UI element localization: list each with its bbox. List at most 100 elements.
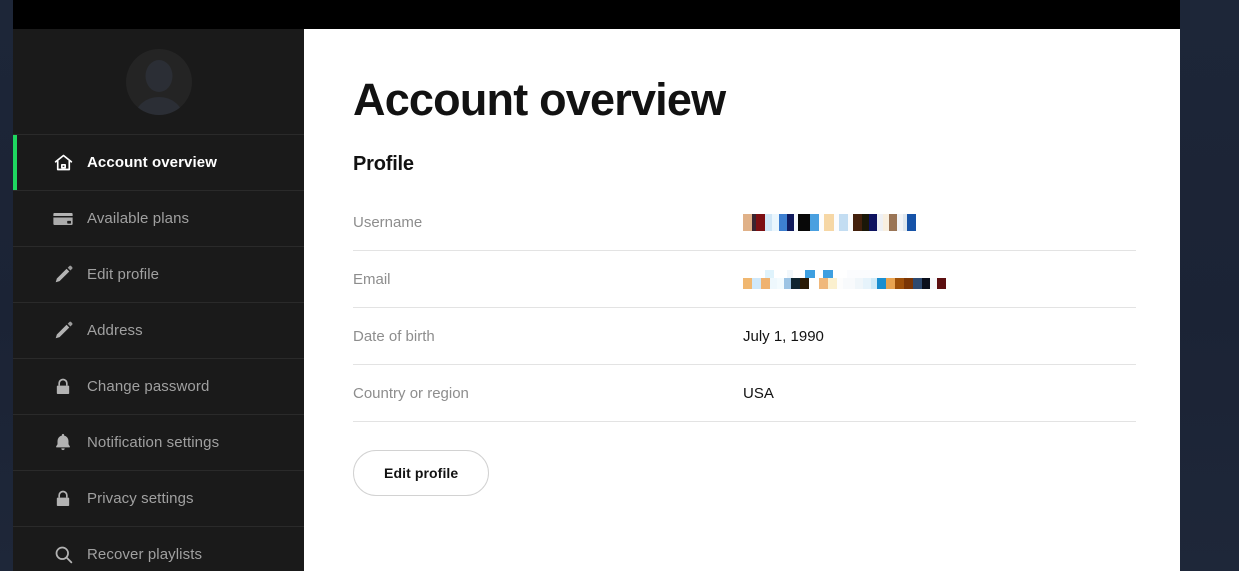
- row-label-country-or-region: Country or region: [353, 384, 469, 402]
- redaction-block: [752, 277, 761, 289]
- row-label-username: Username: [353, 213, 423, 231]
- profile-table: Username Email Date of birth July 1, 199…: [353, 194, 1136, 423]
- redaction-block: [815, 269, 823, 278]
- redaction-block: [756, 213, 765, 231]
- row-value-email: [743, 269, 946, 289]
- redaction-block: [774, 269, 787, 278]
- row-value-username: [743, 213, 916, 231]
- row-value-country-or-region: USA: [743, 384, 774, 402]
- redaction-block: [743, 213, 752, 231]
- redaction-block: [863, 277, 871, 289]
- redaction-block: [839, 213, 848, 231]
- redaction-block: [743, 277, 752, 289]
- redacted-email-value: [743, 277, 946, 289]
- redaction-block: [895, 277, 904, 289]
- sidebar-item-edit-profile[interactable]: Edit profile: [13, 246, 304, 302]
- sidebar-item-privacy-settings[interactable]: Privacy settings: [13, 470, 304, 526]
- sidebar-item-available-plans[interactable]: Available plans: [13, 190, 304, 246]
- row-label-date-of-birth: Date of birth: [353, 327, 435, 345]
- redaction-block: [787, 213, 794, 231]
- browser-window: Account overview Available plans Edit pr…: [13, 0, 1180, 571]
- sidebar-item-label: Change password: [87, 378, 210, 395]
- redaction-block: [765, 213, 772, 231]
- redaction-block: [784, 277, 791, 289]
- redaction-block: [922, 277, 930, 289]
- redaction-block: [869, 213, 877, 231]
- pencil-icon: [39, 264, 87, 285]
- redaction-block: [761, 277, 770, 289]
- redaction-block: [907, 213, 916, 231]
- active-accent-bar: [13, 191, 17, 246]
- redaction-block: [904, 277, 913, 289]
- redaction-block: [805, 269, 815, 278]
- table-row: Date of birth July 1, 1990: [353, 308, 1136, 366]
- page-body: Account overview Available plans Edit pr…: [13, 29, 1180, 571]
- section-title: Profile: [353, 153, 414, 176]
- sidebar-item-account-overview[interactable]: Account overview: [13, 134, 304, 190]
- credit-card-icon: [39, 208, 87, 230]
- redacted-username-value: [743, 213, 916, 231]
- search-icon: [39, 544, 87, 565]
- row-value-date-of-birth: July 1, 1990: [743, 327, 824, 345]
- sidebar-item-label: Notification settings: [87, 434, 220, 451]
- sidebar: Account overview Available plans Edit pr…: [13, 29, 304, 571]
- redaction-block: [886, 277, 895, 289]
- active-accent-bar: [13, 135, 17, 190]
- redaction-block: [847, 269, 907, 278]
- redaction-block: [793, 269, 805, 278]
- bell-icon: [39, 432, 87, 453]
- lock-icon: [39, 489, 87, 509]
- avatar[interactable]: [125, 48, 192, 115]
- page-title: Account overview: [353, 74, 726, 125]
- redaction-block: [833, 269, 847, 278]
- active-accent-bar: [13, 359, 17, 414]
- home-icon: [39, 152, 87, 173]
- active-accent-bar: [13, 247, 17, 302]
- sidebar-item-label: Privacy settings: [87, 490, 194, 507]
- active-accent-bar: [13, 415, 17, 470]
- avatar-head-shape: [145, 59, 172, 92]
- row-label-email: Email: [353, 270, 391, 288]
- sidebar-item-label: Recover playlists: [87, 546, 203, 563]
- redaction-block: [853, 213, 862, 231]
- redaction-block: [913, 277, 922, 289]
- redaction-block: [779, 213, 787, 231]
- sidebar-item-address[interactable]: Address: [13, 302, 304, 358]
- edit-profile-button[interactable]: Edit profile: [353, 450, 490, 497]
- avatar-body-shape: [134, 96, 183, 115]
- redaction-block: [809, 277, 819, 289]
- sidebar-nav-list: Account overview Available plans Edit pr…: [13, 134, 304, 571]
- redaction-block: [828, 277, 837, 289]
- redaction-block: [800, 277, 809, 289]
- redaction-block: [937, 277, 946, 289]
- sidebar-item-notification-settings[interactable]: Notification settings: [13, 414, 304, 470]
- redaction-block: [862, 213, 869, 231]
- lock-icon: [39, 377, 87, 397]
- sidebar-item-change-password[interactable]: Change password: [13, 358, 304, 414]
- table-row: Email: [353, 251, 1136, 309]
- redaction-block: [843, 277, 855, 289]
- redaction-block: [889, 213, 897, 231]
- active-accent-bar: [13, 471, 17, 526]
- redaction-block: [772, 213, 779, 231]
- redaction-block: [798, 213, 810, 231]
- active-accent-bar: [13, 527, 17, 571]
- redaction-block: [824, 213, 834, 231]
- redaction-block: [743, 269, 765, 278]
- redaction-block: [855, 277, 863, 289]
- sidebar-item-label: Available plans: [87, 210, 190, 227]
- active-accent-bar: [13, 303, 17, 358]
- main-content: Account overview Profile Username Email: [304, 29, 1180, 571]
- redaction-block: [770, 277, 777, 289]
- table-row: Country or region USA: [353, 365, 1136, 423]
- sidebar-item-recover-playlists[interactable]: Recover playlists: [13, 526, 304, 571]
- browser-chrome-bar: [13, 0, 1180, 29]
- sidebar-item-label: Account overview: [87, 154, 217, 171]
- redaction-block: [877, 277, 886, 289]
- table-row: Username: [353, 194, 1136, 252]
- redaction-block: [765, 269, 774, 278]
- redaction-block: [810, 213, 819, 231]
- redaction-block: [777, 277, 784, 289]
- redaction-block: [930, 277, 937, 289]
- redaction-block: [819, 277, 828, 289]
